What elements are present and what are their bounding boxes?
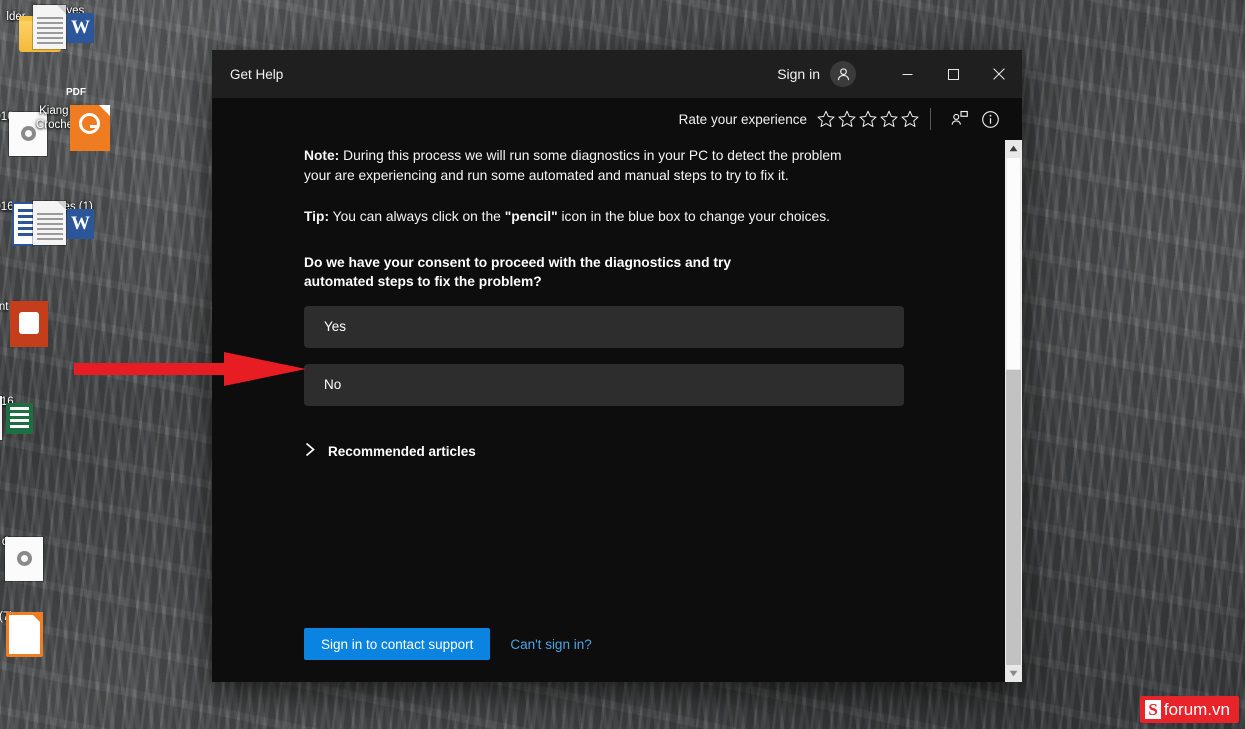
desktop-icon-okeyes-1[interactable]: Wokeyes (1) (20, 200, 112, 245)
sign-in-to-contact-support-button[interactable]: Sign in to contact support (304, 628, 491, 660)
maximize-icon[interactable] (930, 50, 976, 98)
watermark-mark: S (1145, 700, 1161, 719)
help-content-pane: Note: During this process we will run so… (212, 140, 1005, 682)
cant-sign-in-link[interactable]: Can't sign in? (510, 637, 591, 652)
desktop-icon-acrobat-reader-partial[interactable]: ader do... (0, 535, 46, 581)
recommended-articles-label: Recommended articles (328, 444, 476, 459)
option-yes[interactable]: Yes (304, 305, 904, 348)
rating-stars[interactable] (817, 110, 919, 128)
footer-actions: Sign in to contact support Can't sign in… (304, 628, 592, 660)
person-icon[interactable] (830, 61, 856, 87)
sign-in-group[interactable]: Sign in (777, 61, 856, 87)
star-outline-icon[interactable] (859, 110, 877, 128)
note-text: During this process we will run some dia… (304, 148, 842, 183)
chevron-right-icon (304, 442, 317, 462)
desktop-icon-kiang-dao-crochet[interactable]: PDFKiang Dao Crochet - ... (20, 87, 112, 151)
note-paragraph: Note: During this process we will run so… (304, 146, 849, 185)
star-outline-icon[interactable] (817, 110, 835, 128)
title-bar[interactable]: Get Help Sign in (212, 50, 1022, 98)
info-circle-icon[interactable] (976, 105, 1004, 133)
tip-text-after: icon in the blue box to change your choi… (557, 209, 830, 224)
minimize-icon[interactable] (884, 50, 930, 98)
tip-paragraph: Tip: You can always click on the "pencil… (304, 207, 849, 227)
vertical-scrollbar[interactable] (1005, 140, 1022, 682)
watermark-text: forum.vn (1163, 700, 1230, 719)
scrollbar-track-lower[interactable] (1006, 370, 1021, 665)
tip-emphasis: "pencil" (504, 209, 558, 224)
window-body: Note: During this process we will run so… (212, 140, 1022, 682)
sign-in-label: Sign in (777, 66, 820, 82)
command-bar-divider (930, 108, 931, 130)
window-controls (884, 50, 1022, 98)
recommended-articles-row[interactable]: Recommended articles (304, 442, 476, 462)
close-icon[interactable] (976, 50, 1022, 98)
star-outline-icon[interactable] (901, 110, 919, 128)
scroll-down-arrow-icon[interactable] (1005, 665, 1022, 682)
scrollbar-thumb[interactable] (1006, 157, 1021, 370)
star-outline-icon[interactable] (838, 110, 856, 128)
tip-label: Tip: (304, 209, 330, 224)
command-bar: Rate your experience (212, 98, 1022, 140)
feedback-person-icon[interactable] (945, 105, 973, 133)
option-no[interactable]: No (304, 363, 904, 406)
get-help-window: Get Help Sign in Rate your experience No… (212, 50, 1022, 682)
desktop-icon-tv-7-partial[interactable]: tv (7) (0, 610, 46, 657)
scroll-up-arrow-icon[interactable] (1005, 140, 1022, 157)
window-title: Get Help (230, 66, 284, 82)
star-outline-icon[interactable] (880, 110, 898, 128)
sforum-watermark: S forum.vn (1140, 696, 1239, 723)
tip-text-before: You can always click on the (329, 209, 505, 224)
desktop-icon-okeyes[interactable]: Wokeyes (20, 4, 112, 49)
note-label: Note: (304, 148, 340, 163)
rate-experience-label: Rate your experience (678, 111, 807, 127)
desktop-icon-powerpoint-partial[interactable]: oint 6 (0, 300, 50, 347)
consent-question: Do we have your consent to proceed with … (304, 254, 732, 290)
desktop-icon-2016-partial-c[interactable]: 016 (0, 395, 50, 440)
scrollbar-track[interactable] (1005, 157, 1022, 665)
